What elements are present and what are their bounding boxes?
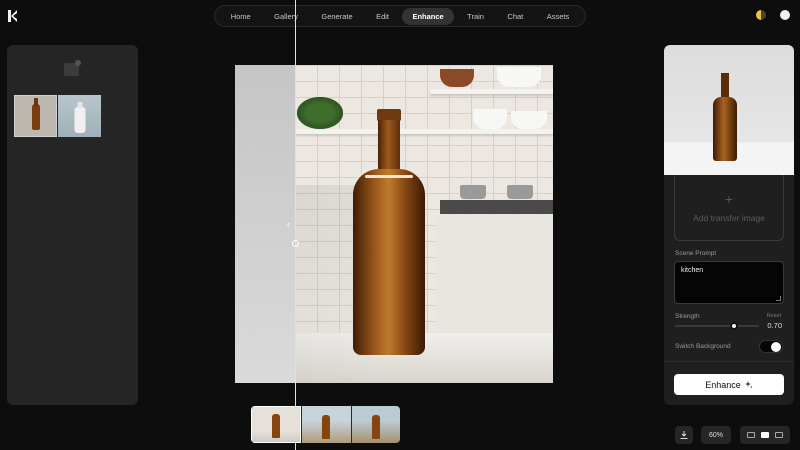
nav-chat[interactable]: Chat [497, 8, 533, 25]
bottle-image [713, 73, 737, 161]
bowl-stack-right [511, 111, 547, 129]
strength-slider-knob[interactable] [729, 322, 738, 330]
beer-bottle [353, 109, 425, 355]
original-image-half [235, 65, 295, 383]
bottle-image [371, 415, 380, 439]
transfer-label: Add transfer image [693, 212, 765, 223]
compare-slider-handle[interactable] [292, 240, 299, 247]
folder-icon[interactable] [64, 60, 81, 76]
cabinet [435, 215, 553, 333]
view-mode-switcher [740, 426, 790, 444]
filmstrip-item[interactable] [251, 406, 302, 443]
nav-generate[interactable]: Generate [311, 8, 362, 25]
toggle-knob [771, 342, 781, 352]
bottle-neck [378, 120, 400, 175]
compare-view-icon[interactable] [761, 432, 769, 438]
split-view-icon[interactable] [775, 432, 783, 438]
asset-panel [7, 45, 138, 405]
bottle-image [272, 414, 281, 438]
enhance-button-label: Enhance [705, 379, 741, 390]
theme-toggle-icon[interactable] [756, 10, 766, 20]
plus-icon: + [724, 190, 734, 207]
image-canvas[interactable] [235, 65, 553, 383]
bowl-stack [473, 109, 507, 129]
plant [297, 97, 343, 129]
bottle-neck [721, 73, 729, 99]
bottle-body [353, 169, 425, 355]
nav-train[interactable]: Train [457, 8, 494, 25]
download-icon [680, 431, 688, 439]
resize-handle-icon[interactable] [776, 296, 781, 301]
white-bottle-image [74, 102, 85, 133]
nav-enhance[interactable]: Enhance [402, 7, 454, 25]
scene-prompt-input[interactable]: kitchen [674, 261, 784, 304]
enhance-settings-panel: + Add transfer image Scene Prompt kitche… [664, 45, 794, 405]
nav-assets[interactable]: Assets [537, 8, 580, 25]
single-view-icon[interactable] [747, 432, 755, 438]
result-filmstrip [251, 406, 400, 443]
stove [440, 200, 553, 214]
bottle-ring [365, 175, 413, 178]
nav-gallery[interactable]: Gallery [264, 8, 308, 25]
logo-icon[interactable] [8, 10, 18, 22]
divider [664, 361, 794, 362]
nav-edit[interactable]: Edit [366, 8, 399, 25]
enhance-button[interactable]: Enhance [674, 374, 784, 395]
bottle-image [322, 415, 331, 439]
strength-label: Strength [675, 313, 700, 320]
strength-value: 0.70 [767, 321, 782, 330]
asset-thumbnail-bottle[interactable] [14, 95, 57, 137]
download-button[interactable] [675, 426, 693, 444]
pot [507, 185, 533, 199]
asset-thumbnail-white-bottle[interactable] [58, 95, 101, 137]
filmstrip-item[interactable] [351, 406, 400, 443]
switch-background-label: Switch Background [675, 343, 731, 350]
top-right-controls [756, 10, 790, 20]
pot [460, 185, 486, 199]
bottle-image [31, 98, 40, 130]
strength-slider[interactable] [675, 322, 759, 330]
reference-preview[interactable] [664, 45, 794, 175]
sparkle-icon [744, 380, 753, 388]
scene-prompt-label: Scene Prompt [675, 250, 717, 257]
bottle-body [713, 97, 737, 161]
switch-background-toggle[interactable] [759, 340, 783, 353]
nav-home[interactable]: Home [221, 8, 261, 25]
clay-pot [440, 69, 474, 87]
add-transfer-image-dropzone[interactable]: + Add transfer image [674, 175, 784, 241]
account-icon[interactable] [780, 10, 790, 20]
bowl-stack-top [497, 67, 541, 87]
chevron-left-icon[interactable]: ‹ [287, 219, 290, 229]
upper-shelf [430, 89, 553, 94]
scene-prompt-value: kitchen [681, 267, 704, 274]
filmstrip-item[interactable] [302, 406, 351, 443]
reset-button[interactable]: Reset [767, 313, 781, 319]
compare-slider-line[interactable] [295, 0, 296, 450]
zoom-level-button[interactable]: 60% [701, 426, 731, 444]
main-nav: Home Gallery Generate Edit Enhance Train… [214, 5, 586, 27]
